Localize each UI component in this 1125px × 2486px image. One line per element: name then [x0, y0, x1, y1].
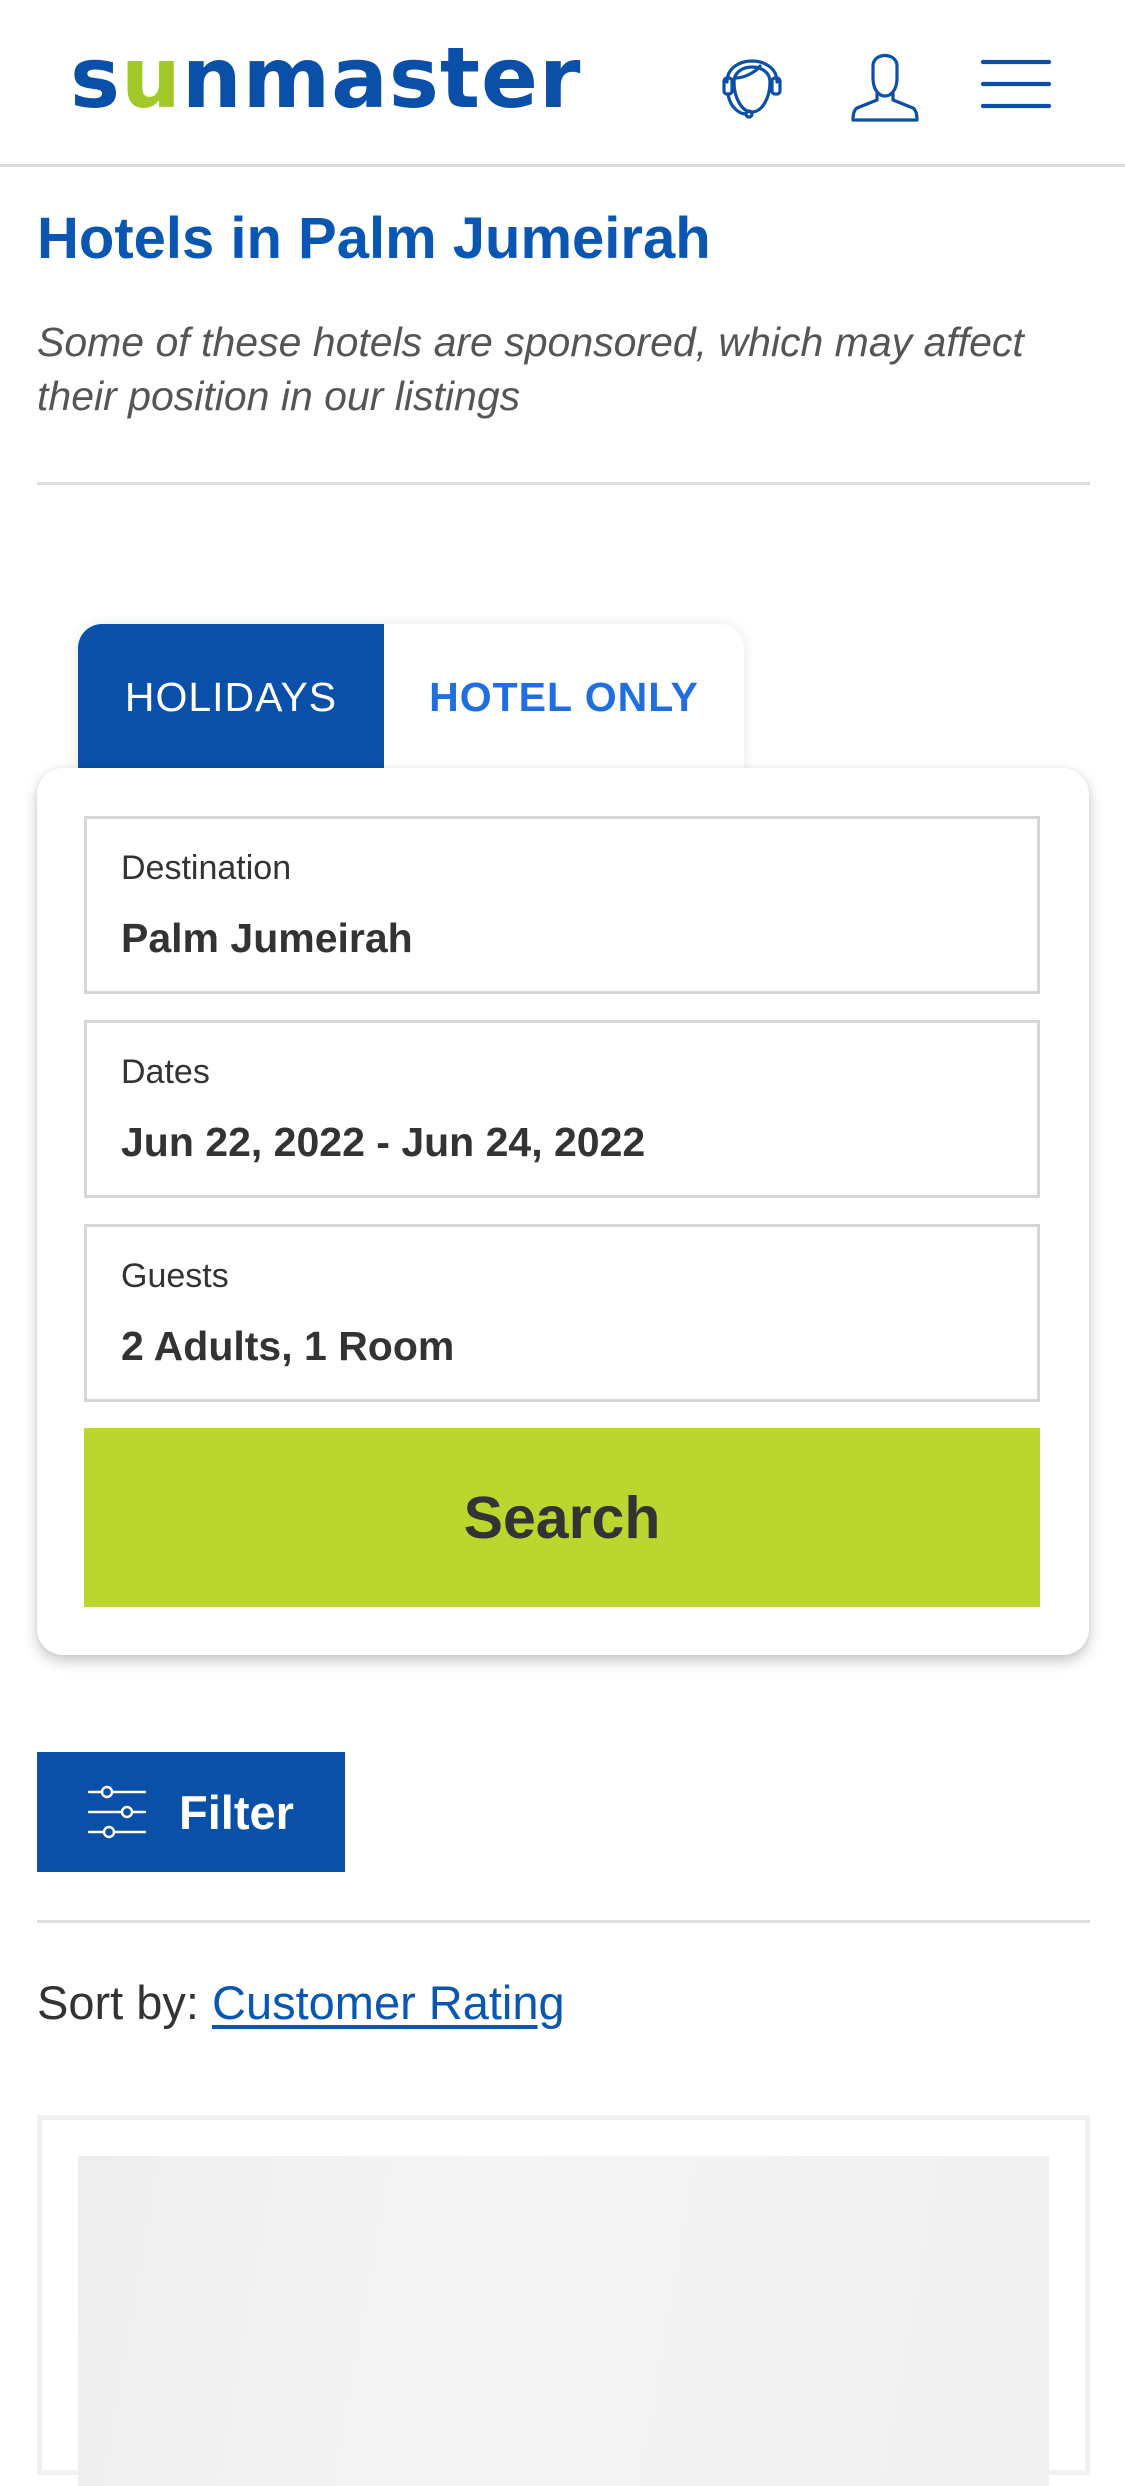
filter-label: Filter [179, 1785, 294, 1839]
logo-text-end: nmaster [181, 29, 582, 127]
logo-text-start: s [70, 29, 121, 127]
divider [37, 482, 1090, 485]
headset-icon[interactable] [712, 44, 792, 124]
destination-label: Destination [121, 849, 292, 887]
dates-field[interactable]: Dates Jun 22, 2022 - Jun 24, 2022 [84, 1020, 1040, 1198]
tab-holidays[interactable]: HOLIDAYS [78, 624, 384, 770]
hamburger-menu-icon[interactable] [977, 44, 1057, 124]
page-title: Hotels in Palm Jumeirah [37, 206, 711, 271]
divider [37, 1920, 1090, 1923]
sliders-icon [87, 1785, 147, 1839]
sort-label: Sort by: [37, 1976, 213, 2029]
sort-control: Sort by: Customer Rating [37, 1975, 565, 2030]
dates-value: Jun 22, 2022 - Jun 24, 2022 [121, 1119, 646, 1165]
dates-label: Dates [121, 1053, 210, 1091]
search-type-tabs: HOLIDAYS HOTEL ONLY [78, 624, 744, 770]
sunmaster-logo[interactable]: sunmaster [70, 36, 581, 120]
sort-option-link[interactable]: Customer Rating [212, 1976, 565, 2029]
user-icon[interactable] [845, 44, 925, 124]
destination-field[interactable]: Destination Palm Jumeirah [84, 816, 1040, 994]
tab-hotel-only[interactable]: HOTEL ONLY [384, 624, 744, 770]
guests-label: Guests [121, 1257, 229, 1295]
hotel-result-card[interactable] [37, 2115, 1090, 2486]
guests-value: 2 Adults, 1 Room [121, 1323, 455, 1369]
top-header: sunmaster [0, 0, 1125, 167]
filter-button[interactable]: Filter [37, 1752, 345, 1872]
hotel-image-placeholder [78, 2156, 1049, 2486]
destination-value: Palm Jumeirah [121, 915, 413, 961]
search-button[interactable]: Search [84, 1428, 1040, 1607]
sponsored-disclaimer: Some of these hotels are sponsored, whic… [37, 319, 1024, 419]
guests-field[interactable]: Guests 2 Adults, 1 Room [84, 1224, 1040, 1402]
logo-text-accent: u [121, 29, 182, 127]
search-form: Destination Palm Jumeirah Dates Jun 22, … [37, 768, 1089, 1655]
